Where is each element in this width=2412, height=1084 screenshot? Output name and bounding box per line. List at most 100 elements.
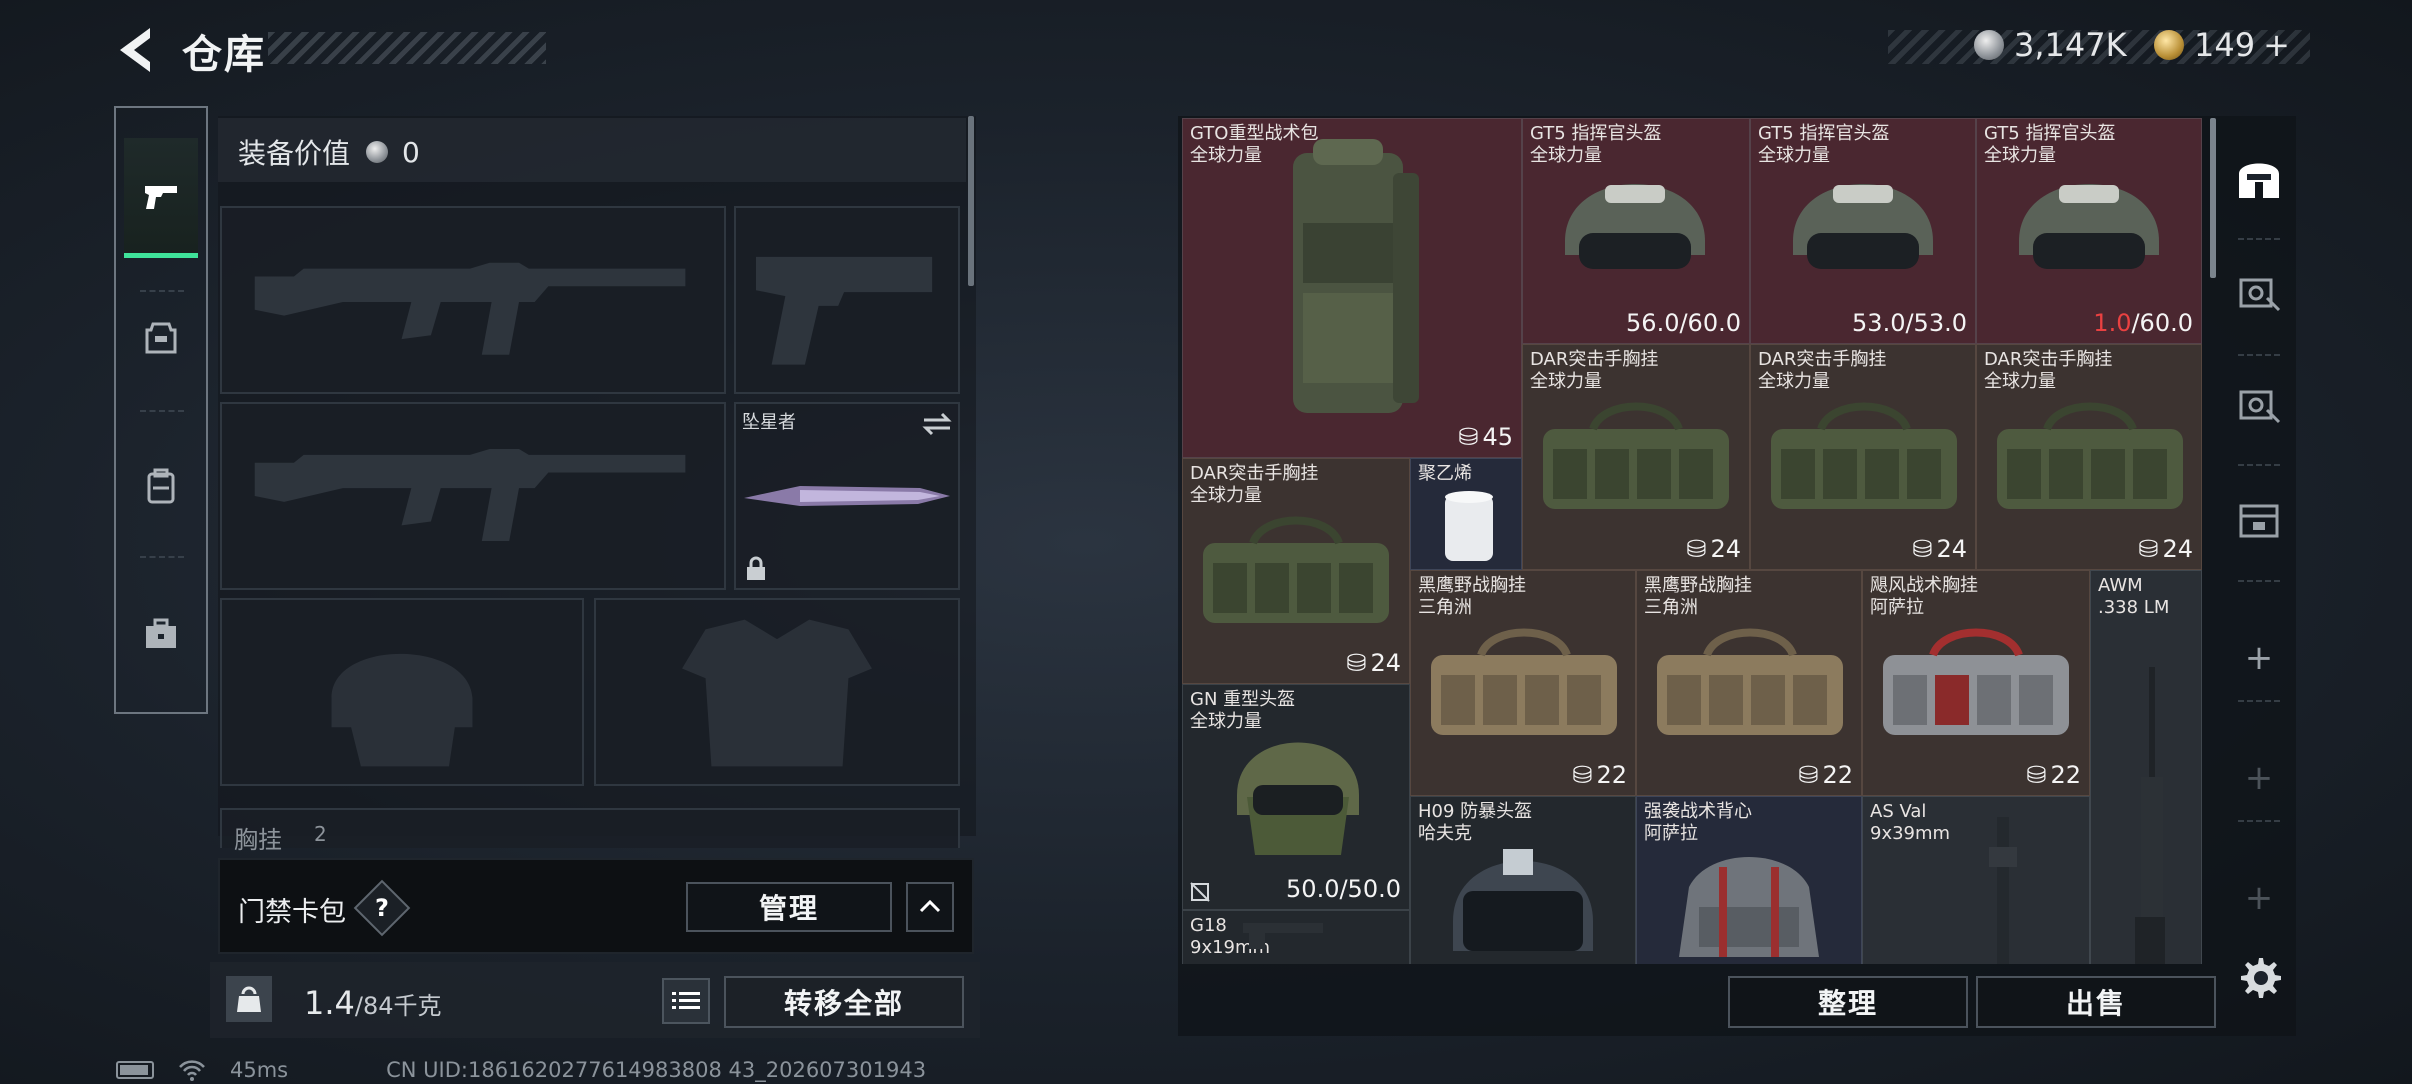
helmet-image: [1565, 184, 1705, 269]
stash-grid: GTO重型战术包 全球力量 ⛁ 45 GT5 指挥官头盔 全球力量 56.0/60.0…: [1182, 118, 2202, 964]
item-g18-pistol[interactable]: G18 9x19mm: [1182, 910, 1410, 964]
item-assault-vest[interactable]: 强袭战术背心 阿萨拉: [1636, 796, 1862, 964]
item-label: DAR突击手胸挂 全球力量: [1190, 463, 1319, 506]
helmet-silhouette-icon: [331, 653, 473, 767]
expand-button[interactable]: [906, 882, 954, 932]
briefcase-icon: [146, 618, 176, 648]
ping-value: 45ms: [230, 1058, 289, 1082]
item-hurricane-rig[interactable]: 飓风战术胸挂 阿萨拉 ⛁ 22: [1862, 570, 2090, 796]
transfer-all-button[interactable]: 转移全部: [724, 976, 964, 1028]
item-dar-rig-3[interactable]: DAR突击手胸挂 全球力量 ⛁ 24: [1976, 344, 2202, 570]
chest-rig-image: [1657, 628, 1843, 735]
helmet-slot[interactable]: [220, 598, 584, 786]
item-gt5-helmet-2[interactable]: GT5 指挥官头盔 全球力量 53.0/53.0: [1750, 118, 1976, 344]
silver-coin-icon: [366, 141, 389, 163]
primary-weapon-slot-1[interactable]: [220, 206, 726, 394]
capacity-icon: ⛁: [1346, 649, 1367, 677]
pistol-icon: [145, 185, 177, 209]
item-capacity: ⛁ 22: [1572, 761, 1627, 789]
capacity-icon: ⛁: [1458, 423, 1479, 451]
chest-rig-label: 胸挂: [234, 826, 282, 854]
rail-tab-case[interactable]: [124, 574, 198, 694]
capacity-icon: ⛁: [1912, 535, 1933, 563]
settings-gear-icon[interactable]: [2236, 954, 2282, 1000]
battery-icon: [116, 1061, 154, 1079]
item-as-val[interactable]: AS Val 9x39mm: [1862, 796, 2090, 964]
user-uid: CN UID:1861620277614983808 43_2026073019…: [386, 1058, 927, 1082]
body-armor-slot[interactable]: [594, 598, 960, 786]
lock-icon: [747, 556, 765, 580]
item-gto-backpack[interactable]: GTO重型战术包 全球力量 ⛁ 45: [1182, 118, 1522, 458]
storage-tab-2[interactable]: [2224, 244, 2294, 344]
chest-rig-image: [1883, 628, 2069, 735]
add-currency-button[interactable]: +: [2263, 26, 2290, 64]
stash-scrollbar[interactable]: [2210, 118, 2216, 278]
sell-button[interactable]: 出售: [1976, 976, 2216, 1028]
item-durability: 50.0/50.0: [1286, 875, 1401, 903]
add-storage-icon: +: [2244, 878, 2274, 918]
manage-button[interactable]: 管理: [686, 882, 892, 932]
silver-currency: 3,147K: [1974, 25, 2127, 65]
storage-tab-main[interactable]: [2224, 128, 2294, 228]
item-gn-helmet[interactable]: GN 重型头盔 全球力量 50.0/50.0: [1182, 684, 1410, 910]
storage-rail: + + +: [2224, 118, 2294, 958]
weight-current: 1.4: [304, 984, 355, 1022]
item-gt5-helmet-3[interactable]: GT5 指挥官头盔 全球力量 1.0/60.0: [1976, 118, 2202, 344]
rail-separator: [2238, 238, 2280, 240]
warehouse-icon: [2239, 163, 2279, 198]
rail-separator: [2238, 464, 2280, 466]
add-storage-icon[interactable]: +: [2224, 638, 2294, 678]
chest-rig-slot[interactable]: 胸挂 2: [220, 808, 960, 854]
kettlebell-icon: [237, 986, 261, 1012]
item-awm-rifle[interactable]: AWM .338 LM: [2090, 570, 2202, 964]
rail-tab-backpack[interactable]: [124, 426, 198, 546]
gold-amount: 149: [2194, 26, 2256, 64]
rail-tab-weapons[interactable]: [124, 138, 198, 258]
equipment-value-amount: 0: [402, 135, 420, 169]
helmet-image: [2019, 184, 2159, 269]
equipment-scrollbar[interactable]: [968, 116, 974, 286]
pistol-slot[interactable]: [734, 206, 960, 394]
item-dar-rig-2[interactable]: DAR突击手胸挂 全球力量 ⛁ 24: [1750, 344, 1976, 570]
chest-rig-image: [1771, 402, 1957, 509]
storage-tab-3[interactable]: [2224, 356, 2294, 456]
item-gt5-helmet-1[interactable]: GT5 指挥官头盔 全球力量 56.0/60.0: [1522, 118, 1750, 344]
item-dar-rig-1[interactable]: DAR突击手胸挂 全球力量 ⛁ 24: [1522, 344, 1750, 570]
item-label: AWM .338 LM: [2098, 575, 2170, 618]
rifle-image: [1989, 817, 2017, 964]
item-capacity: ⛁ 24: [1912, 535, 1967, 563]
list-view-button[interactable]: [662, 978, 710, 1024]
knife-image: [744, 486, 950, 506]
item-h09-helmet[interactable]: H09 防暴头盔 哈夫克: [1410, 796, 1636, 964]
capacity-icon: ⛁: [2138, 535, 2159, 563]
item-polyethylene[interactable]: 聚乙烯: [1410, 458, 1522, 570]
page-title: 仓库: [182, 32, 266, 78]
rifle-silhouette-icon: [254, 449, 686, 542]
safe-box-icon: [2239, 390, 2281, 424]
item-blackhawk-rig-2[interactable]: 黑鹰野战胸挂 三角洲 ⛁ 22: [1636, 570, 1862, 796]
melee-slot[interactable]: 坠星者: [734, 402, 960, 590]
item-dar-rig-4[interactable]: DAR突击手胸挂 全球力量 ⛁ 24: [1182, 458, 1410, 684]
keycard-label: 门禁卡包: [238, 897, 346, 928]
item-durability: 53.0/53.0: [1852, 309, 1967, 337]
back-button[interactable]: [112, 22, 160, 78]
rail-separator: [2238, 820, 2280, 822]
silver-coin-icon: [1974, 30, 2004, 60]
tidy-button[interactable]: 整理: [1728, 976, 1968, 1028]
item-label: 黑鹰野战胸挂 三角洲: [1418, 575, 1526, 618]
rail-separator: [2238, 580, 2280, 582]
helmet-image: [1237, 742, 1359, 855]
equipment-value-label: 装备价值: [238, 137, 351, 170]
roll-image: [1445, 491, 1493, 561]
chevron-up-icon: [919, 899, 941, 913]
item-label: 黑鹰野战胸挂 三角洲: [1644, 575, 1752, 618]
helmet-image: [1453, 849, 1593, 951]
primary-weapon-slot-2[interactable]: [220, 402, 726, 590]
storage-tab-4[interactable]: [2224, 468, 2294, 568]
sniper-rifle-image: [2135, 667, 2165, 964]
item-blackhawk-rig-1[interactable]: 黑鹰野战胸挂 三角洲 ⛁ 22: [1410, 570, 1636, 796]
rail-tab-armor[interactable]: [124, 278, 198, 398]
list-icon: [672, 992, 700, 1009]
swap-icon[interactable]: [922, 412, 952, 436]
item-label: DAR突击手胸挂 全球力量: [1758, 349, 1887, 392]
